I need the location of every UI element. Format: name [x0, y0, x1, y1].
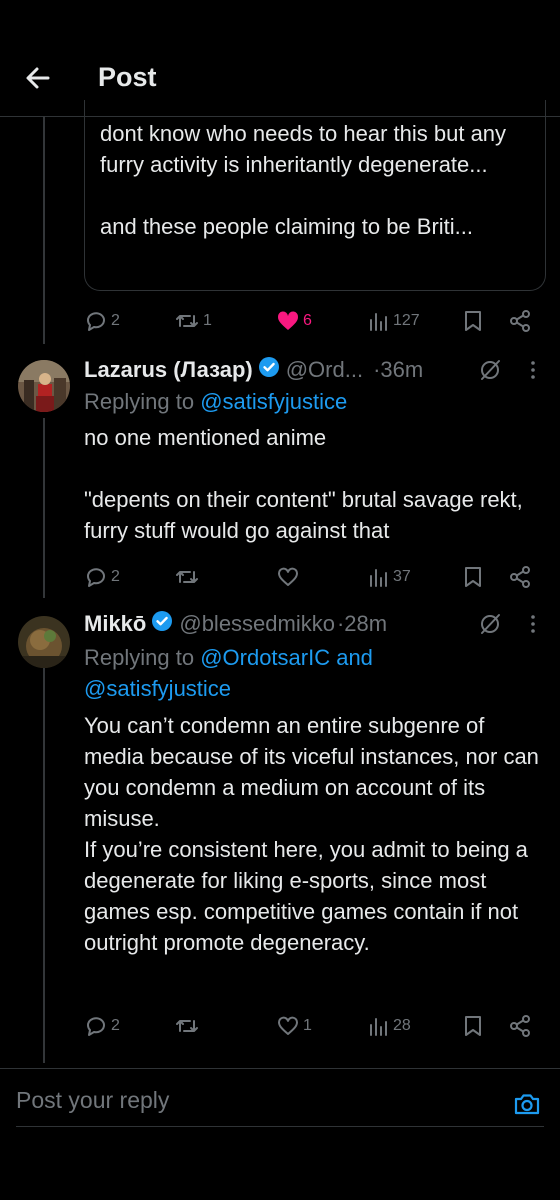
username[interactable]: @Ord...: [286, 357, 363, 383]
like-button[interactable]: 1: [276, 1011, 312, 1041]
views-count: 28: [393, 1017, 411, 1034]
avatar[interactable]: [18, 360, 70, 412]
reply-text: You can’t condemn an entire subgenre of …: [84, 713, 539, 955]
heart-icon: [278, 567, 298, 586]
reply-composer: [0, 1068, 560, 1129]
bookmark-button[interactable]: [462, 306, 484, 336]
back-button[interactable]: [18, 58, 58, 98]
repost-button[interactable]: 1: [174, 306, 212, 336]
reply-icon: [87, 312, 105, 331]
reply-input-underline: [16, 1126, 544, 1127]
replying-to-prefix: Replying to: [84, 645, 201, 670]
like-button[interactable]: 6: [276, 306, 312, 336]
replying-to-line-2: @satisfyjustice: [84, 673, 231, 704]
action-bar: 2 1 28: [84, 1011, 534, 1041]
share-button[interactable]: [508, 562, 532, 592]
replying-to-link[interactable]: @satisfyjustice: [200, 389, 347, 414]
arrow-left-icon: [26, 67, 50, 89]
views-button[interactable]: 28: [368, 1011, 411, 1041]
bookmark-icon: [465, 1016, 481, 1036]
share-icon: [510, 1015, 530, 1037]
reply-button[interactable]: 2: [84, 306, 120, 336]
reply-count: 2: [111, 1017, 120, 1034]
replying-to-line: Replying to @OrdotsarIC and: [84, 642, 373, 673]
more-options-icon[interactable]: [523, 612, 543, 636]
share-button[interactable]: [508, 1011, 532, 1041]
bookmark-button[interactable]: [462, 562, 484, 592]
views-count: 127: [393, 312, 420, 329]
thread-line-bottom: [43, 668, 45, 1063]
thread-line-top: [43, 116, 45, 344]
thread-line-middle: [43, 418, 45, 598]
share-icon: [510, 310, 530, 332]
views-icon: [370, 1018, 387, 1036]
repost-button[interactable]: [174, 562, 203, 592]
reply-button[interactable]: 2: [84, 1011, 120, 1041]
reply-text: no one mentioned anime "depents on their…: [84, 425, 523, 543]
like-button[interactable]: [276, 562, 303, 592]
reply-icon: [87, 1017, 105, 1036]
views-icon: [370, 569, 387, 587]
action-bar: 2 1 6 127: [84, 306, 534, 336]
like-count: 1: [303, 1017, 312, 1034]
timestamp[interactable]: ·36m: [373, 357, 423, 383]
avatar[interactable]: [18, 616, 70, 668]
reply-count: 2: [111, 312, 120, 329]
repost-button[interactable]: [174, 1011, 203, 1041]
reply-icon: [87, 568, 105, 587]
reply-button[interactable]: 2: [84, 562, 120, 592]
replying-to-link[interactable]: @OrdotsarIC and: [200, 645, 373, 670]
views-button[interactable]: 37: [368, 562, 411, 592]
share-icon: [510, 566, 530, 588]
views-count: 37: [393, 568, 411, 585]
verified-badge-icon: [258, 356, 280, 384]
reply-count: 2: [111, 568, 120, 585]
page-title: Post: [98, 62, 157, 92]
more-options-icon[interactable]: [523, 358, 543, 382]
grok-icon[interactable]: [478, 612, 502, 636]
grok-icon[interactable]: [478, 358, 502, 382]
views-button[interactable]: 127: [368, 306, 420, 336]
views-icon: [370, 313, 387, 331]
quoted-post-text: dont know who needs to hear this but any…: [100, 121, 507, 239]
repost-icon: [176, 571, 198, 583]
timestamp[interactable]: ·28m: [337, 611, 387, 637]
action-bar: 2 37: [84, 562, 534, 592]
author-row: Lazarus (Лазар) @Ord... ·36m: [84, 354, 423, 386]
repost-icon: [176, 315, 198, 327]
author-row: Mikkō @blessedmikko ·28m: [84, 608, 387, 640]
repost-count: 1: [203, 312, 212, 329]
username[interactable]: @blessedmikko: [179, 611, 335, 637]
heart-icon: [278, 1016, 298, 1035]
repost-icon: [176, 1020, 198, 1032]
share-button[interactable]: [508, 306, 532, 336]
bookmark-button[interactable]: [462, 1011, 484, 1041]
bookmark-icon: [465, 311, 481, 331]
avatar-lazarus-image: [18, 360, 70, 412]
replying-to-link[interactable]: @satisfyjustice: [84, 676, 231, 701]
avatar-mikko-image: [18, 616, 70, 668]
replying-to-line: Replying to @satisfyjustice: [84, 386, 347, 417]
display-name[interactable]: Lazarus (Лазар): [84, 357, 253, 383]
camera-button[interactable]: [512, 1089, 542, 1119]
verified-badge-icon: [151, 610, 173, 638]
reply-input[interactable]: [16, 1087, 486, 1114]
heart-filled-icon: [277, 311, 299, 330]
replying-to-prefix: Replying to: [84, 389, 201, 414]
like-count: 6: [303, 312, 312, 329]
bookmark-icon: [465, 567, 481, 587]
display-name[interactable]: Mikkō: [84, 611, 146, 637]
camera-icon: [514, 1094, 540, 1115]
